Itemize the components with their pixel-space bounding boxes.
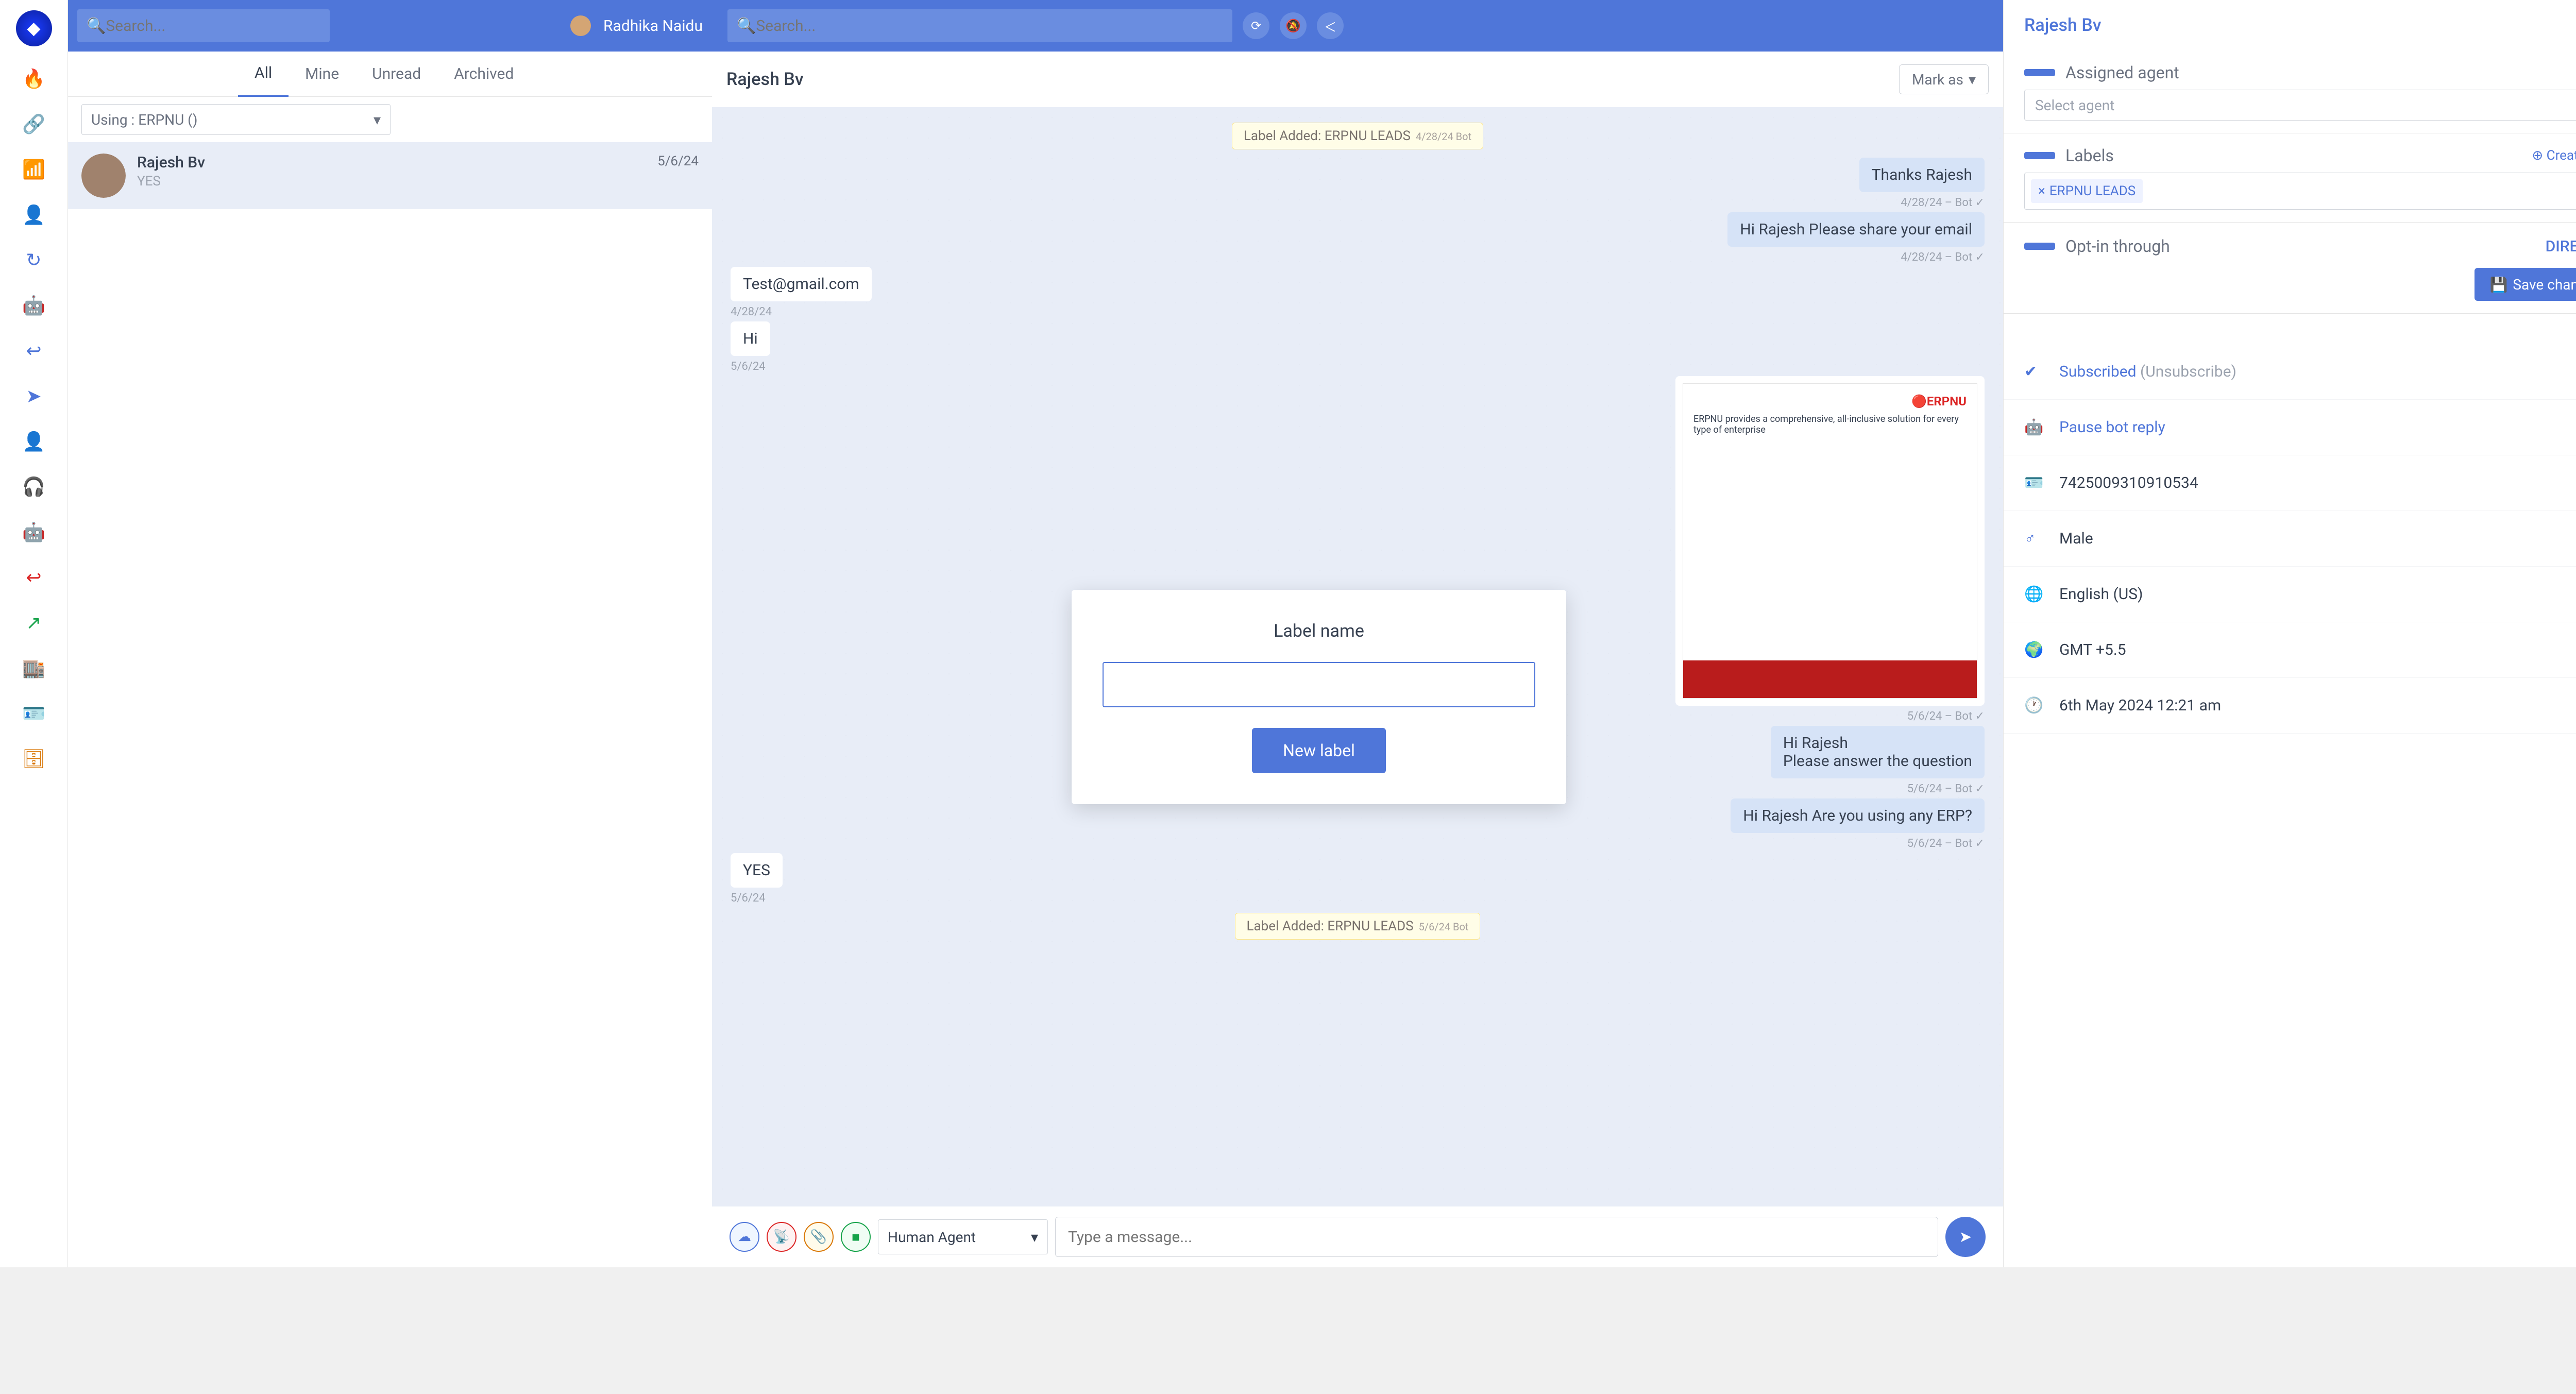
label-name-input[interactable] xyxy=(1103,662,1535,707)
modal-title: Label name xyxy=(1274,621,1364,641)
modal-overlay[interactable]: Label name New label xyxy=(0,0,2576,1394)
new-label-button[interactable]: New label xyxy=(1252,728,1386,773)
label-modal: Label name New label xyxy=(1072,590,1566,804)
